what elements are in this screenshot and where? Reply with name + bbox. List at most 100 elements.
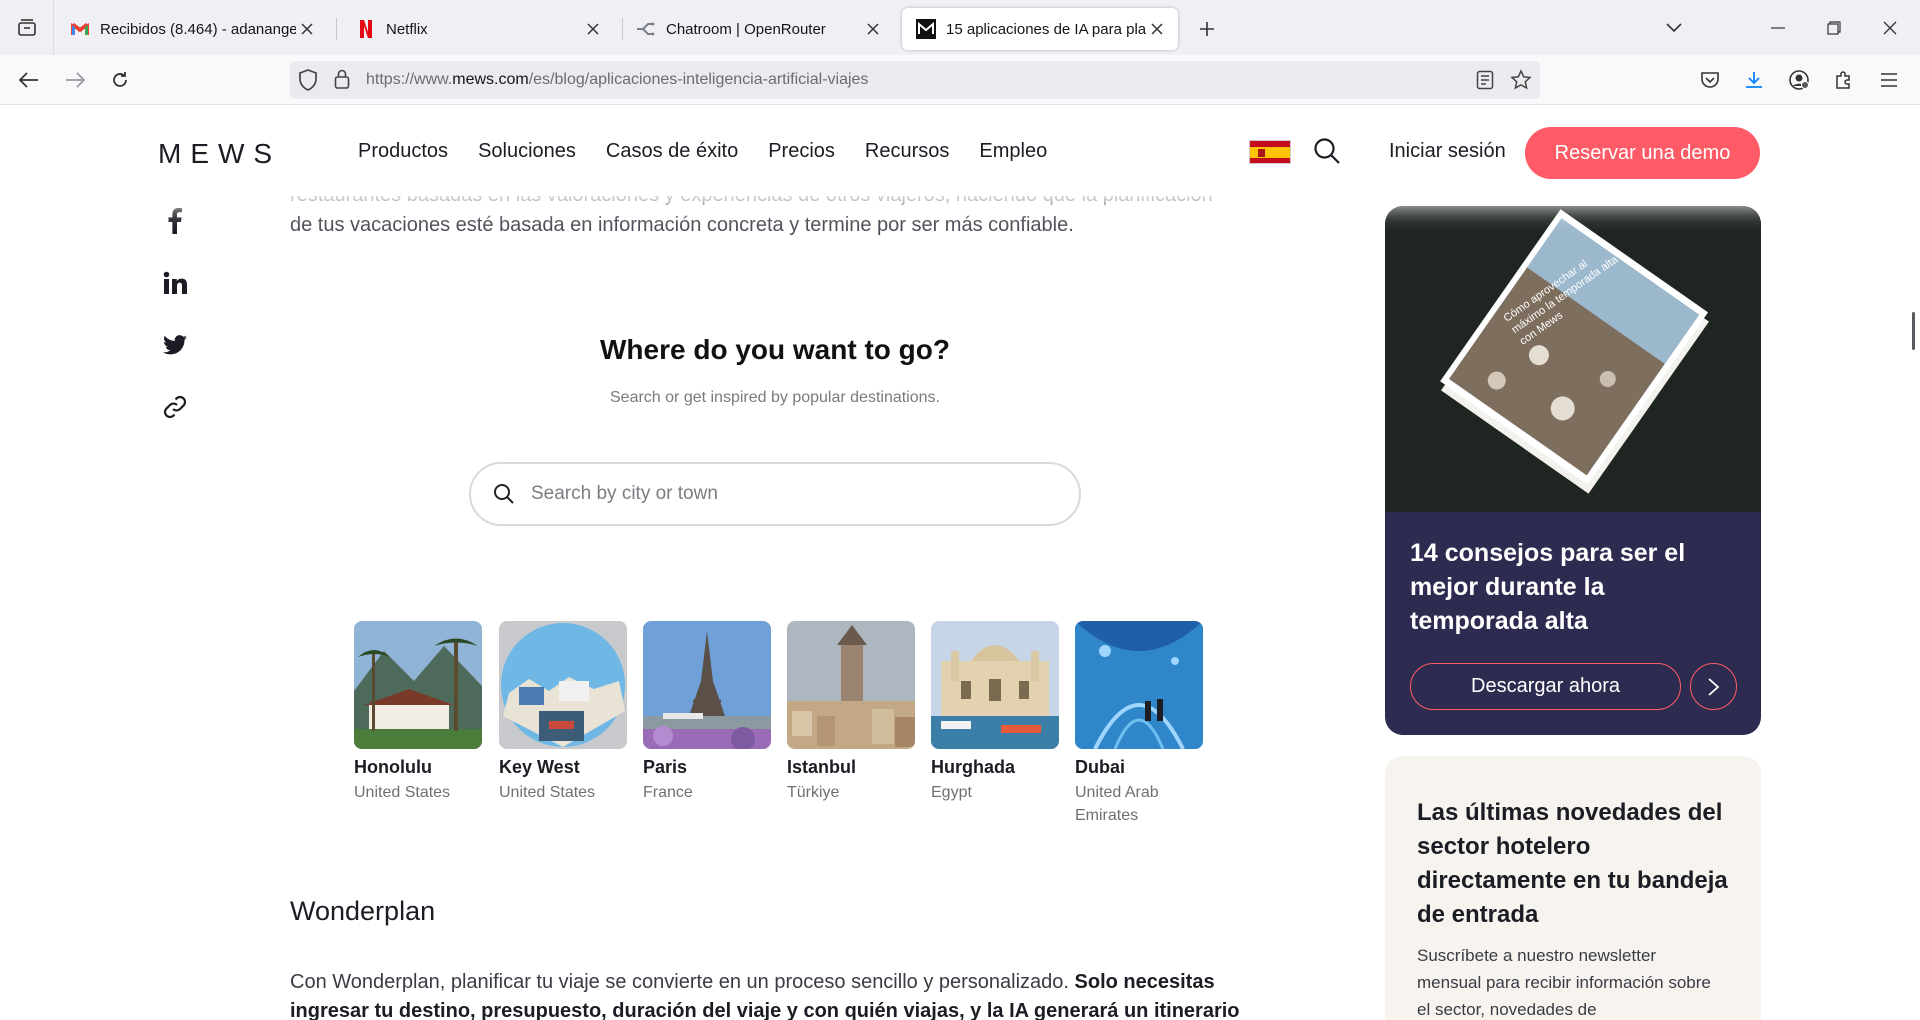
tab-mews-active[interactable]: 15 aplicaciones de IA para plani [902, 8, 1178, 50]
list-all-tabs-button[interactable] [1646, 0, 1702, 55]
plus-icon [1200, 22, 1214, 36]
address-bar[interactable]: https://www.mews.com/es/blog/aplicacione… [290, 61, 1540, 99]
facebook-icon[interactable] [160, 206, 190, 236]
destination-city: Honolulu [354, 757, 432, 777]
newsletter-text: Suscríbete a nuestro newsletter mensual … [1417, 946, 1711, 1019]
destination-city: Paris [643, 757, 688, 777]
linkedin-icon[interactable] [160, 268, 190, 298]
spain-flag-icon[interactable] [1249, 140, 1291, 164]
mews-icon [916, 19, 936, 39]
site-header: MEWS Productos Soluciones Casos de éxito… [0, 106, 1920, 196]
close-tab-icon[interactable] [582, 18, 604, 40]
site-search-icon[interactable] [1312, 136, 1342, 166]
close-tab-icon[interactable] [1146, 18, 1168, 40]
minimize-icon [1771, 26, 1785, 29]
copy-link-icon[interactable] [160, 392, 190, 422]
destination-card-honolulu[interactable]: Honolulu United States [354, 621, 482, 804]
widget-subtitle: Search or get inspired by popular destin… [610, 389, 940, 406]
destination-country: United States [499, 784, 596, 801]
promo-image: Cómo aprovechar al máximo la temporada a… [1385, 206, 1761, 512]
restore-icon [1827, 20, 1841, 35]
destination-country: United Arab Emirates [1075, 784, 1159, 824]
destination-card-paris[interactable]: Paris France [643, 621, 771, 804]
widget-title: Where do you want to go? [600, 334, 950, 365]
close-window-button[interactable] [1862, 0, 1918, 55]
tab-title: 15 aplicaciones de IA para plani [946, 20, 1146, 38]
close-tab-icon[interactable] [296, 18, 318, 40]
netflix-icon [356, 19, 376, 39]
destination-country: France [643, 784, 693, 801]
menu-item-recursos[interactable]: Recursos [865, 140, 949, 163]
newsletter-title: Las últimas novedades del sector hoteler… [1417, 799, 1728, 928]
account-icon [1789, 70, 1809, 90]
tab-gmail[interactable]: Recibidos (8.464) - adanangelm [56, 8, 328, 50]
hamburger-icon [1881, 73, 1897, 87]
chevron-right-icon [1707, 677, 1719, 696]
promo-arrow-button[interactable] [1690, 663, 1737, 710]
tab-list-button[interactable] [0, 0, 54, 55]
mews-logo[interactable]: MEWS [158, 138, 281, 170]
tab-netflix[interactable]: Netflix [342, 8, 614, 50]
destination-city: Hurghada [931, 757, 1016, 777]
web-page: restaurantes basadas en las valoraciones… [0, 106, 1920, 1020]
search-icon [491, 481, 517, 507]
app-menu-button[interactable] [1872, 63, 1906, 97]
pocket-icon [1701, 72, 1719, 88]
pocket-button[interactable] [1693, 63, 1727, 97]
url-domain: mews.com [452, 71, 529, 88]
twitter-icon[interactable] [160, 330, 190, 360]
destination-card-hurghada[interactable]: Hurghada Egypt [931, 621, 1059, 804]
destination-card-istanbul[interactable]: Istanbul Türkiye [787, 621, 915, 804]
destination-search-input[interactable] [531, 483, 1051, 505]
destination-image [931, 621, 1059, 749]
tracking-shield-icon[interactable] [298, 69, 318, 96]
restore-button[interactable] [1806, 0, 1862, 55]
forward-button[interactable] [58, 63, 92, 97]
minimize-button[interactable] [1750, 0, 1806, 55]
book-demo-button[interactable]: Reservar una demo [1525, 127, 1760, 179]
destination-image [354, 621, 482, 749]
scrollbar-thumb[interactable] [1912, 312, 1915, 350]
lock-icon[interactable] [334, 69, 350, 94]
close-icon [1883, 21, 1897, 34]
browser-tab-bar: Recibidos (8.464) - adanangelm Netflix C… [0, 0, 1920, 55]
destination-country: United States [354, 784, 451, 801]
close-tab-icon[interactable] [862, 18, 884, 40]
downloads-button[interactable] [1737, 63, 1771, 97]
account-button[interactable] [1782, 63, 1816, 97]
menu-item-productos[interactable]: Productos [358, 140, 448, 163]
tab-title: Netflix [386, 20, 428, 38]
arrow-left-icon [19, 72, 38, 88]
tab-title: Chatroom | OpenRouter [666, 20, 826, 38]
destination-city: Key West [499, 757, 580, 777]
tab-openrouter[interactable]: Chatroom | OpenRouter [622, 8, 894, 50]
browser-nav-bar: https://www.mews.com/es/blog/aplicacione… [0, 55, 1920, 105]
destination-country: Türkiye [787, 784, 840, 801]
menu-item-soluciones[interactable]: Soluciones [478, 140, 576, 163]
promo-card: Cómo aprovechar al máximo la temporada a… [1385, 206, 1761, 735]
destination-card-dubai[interactable]: Dubai United Arab Emirates [1075, 621, 1203, 827]
menu-item-casos[interactable]: Casos de éxito [606, 140, 738, 163]
extensions-button[interactable] [1827, 63, 1861, 97]
arrow-right-icon [66, 72, 85, 88]
destination-city: Dubai [1075, 757, 1126, 777]
paragraph-text: Con Wonderplan, planificar tu viaje se c… [290, 971, 1075, 993]
puzzle-icon [1836, 71, 1850, 89]
login-link[interactable]: Iniciar sesión [1389, 140, 1506, 163]
destination-image [1075, 621, 1203, 749]
destination-card-key-west[interactable]: Key West United States [499, 621, 627, 804]
reader-view-icon[interactable] [1476, 70, 1494, 95]
menu-item-precios[interactable]: Precios [768, 140, 835, 163]
tab-list-icon [17, 18, 36, 36]
destination-search[interactable] [469, 462, 1081, 526]
new-tab-button[interactable] [1192, 14, 1222, 44]
destination-country: Egypt [931, 784, 972, 801]
reload-button[interactable] [103, 63, 137, 97]
download-now-button[interactable]: Descargar ahora [1410, 663, 1681, 710]
gmail-icon [70, 19, 90, 39]
menu-item-empleo[interactable]: Empleo [979, 140, 1047, 163]
url-text[interactable]: https://www.mews.com/es/blog/aplicacione… [366, 71, 868, 89]
back-button[interactable] [12, 63, 46, 97]
destination-image [499, 621, 627, 749]
bookmark-star-icon[interactable] [1510, 69, 1532, 96]
